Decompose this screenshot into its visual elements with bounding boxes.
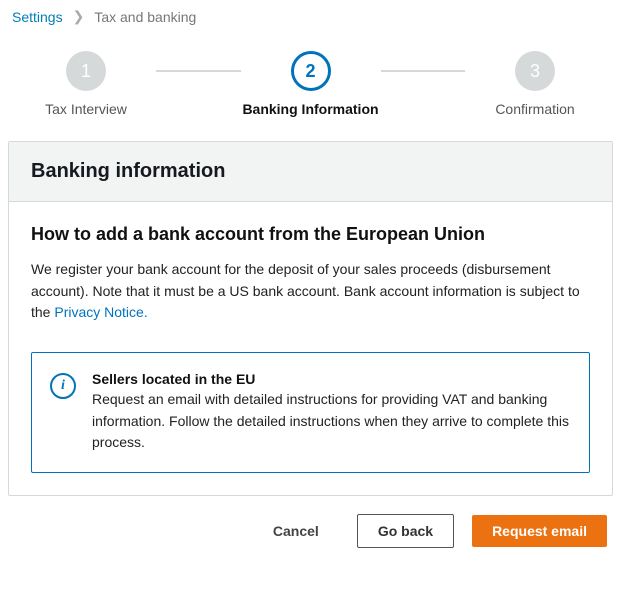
banking-info-card: Banking information How to add a bank ac… xyxy=(8,141,613,496)
breadcrumb-current: Tax and banking xyxy=(94,9,196,25)
privacy-notice-link[interactable]: Privacy Notice. xyxy=(54,304,147,320)
breadcrumb: Settings ❯ Tax and banking xyxy=(8,8,613,43)
go-back-button[interactable]: Go back xyxy=(357,514,454,548)
step-banking-information: 2 Banking Information xyxy=(241,51,381,117)
info-text: Sellers located in the EU Request an ema… xyxy=(92,371,569,454)
step-connector xyxy=(381,70,466,72)
step-connector xyxy=(156,70,241,72)
step-confirmation: 3 Confirmation xyxy=(465,51,605,117)
step-2-label: Banking Information xyxy=(242,101,378,117)
request-email-button[interactable]: Request email xyxy=(472,515,607,547)
info-body: Request an email with detailed instructi… xyxy=(92,389,569,454)
section-body: We register your bank account for the de… xyxy=(31,259,590,324)
step-tax-interview: 1 Tax Interview xyxy=(16,51,156,117)
step-3-circle: 3 xyxy=(515,51,555,91)
info-icon: i xyxy=(50,373,76,399)
info-title: Sellers located in the EU xyxy=(92,371,569,387)
chevron-right-icon: ❯ xyxy=(73,8,85,25)
card-header: Banking information xyxy=(9,142,612,202)
breadcrumb-root-link[interactable]: Settings xyxy=(12,9,63,25)
step-3-label: Confirmation xyxy=(495,101,574,117)
stepper: 1 Tax Interview 2 Banking Information 3 … xyxy=(8,43,613,141)
step-1-label: Tax Interview xyxy=(45,101,127,117)
step-1-circle: 1 xyxy=(66,51,106,91)
card-body: How to add a bank account from the Europ… xyxy=(9,202,612,495)
section-title: How to add a bank account from the Europ… xyxy=(31,224,590,245)
cancel-button[interactable]: Cancel xyxy=(253,515,339,547)
step-2-circle: 2 xyxy=(291,51,331,91)
info-box: i Sellers located in the EU Request an e… xyxy=(31,352,590,473)
card-title: Banking information xyxy=(31,160,590,183)
actions-row: Cancel Go back Request email xyxy=(8,496,613,554)
